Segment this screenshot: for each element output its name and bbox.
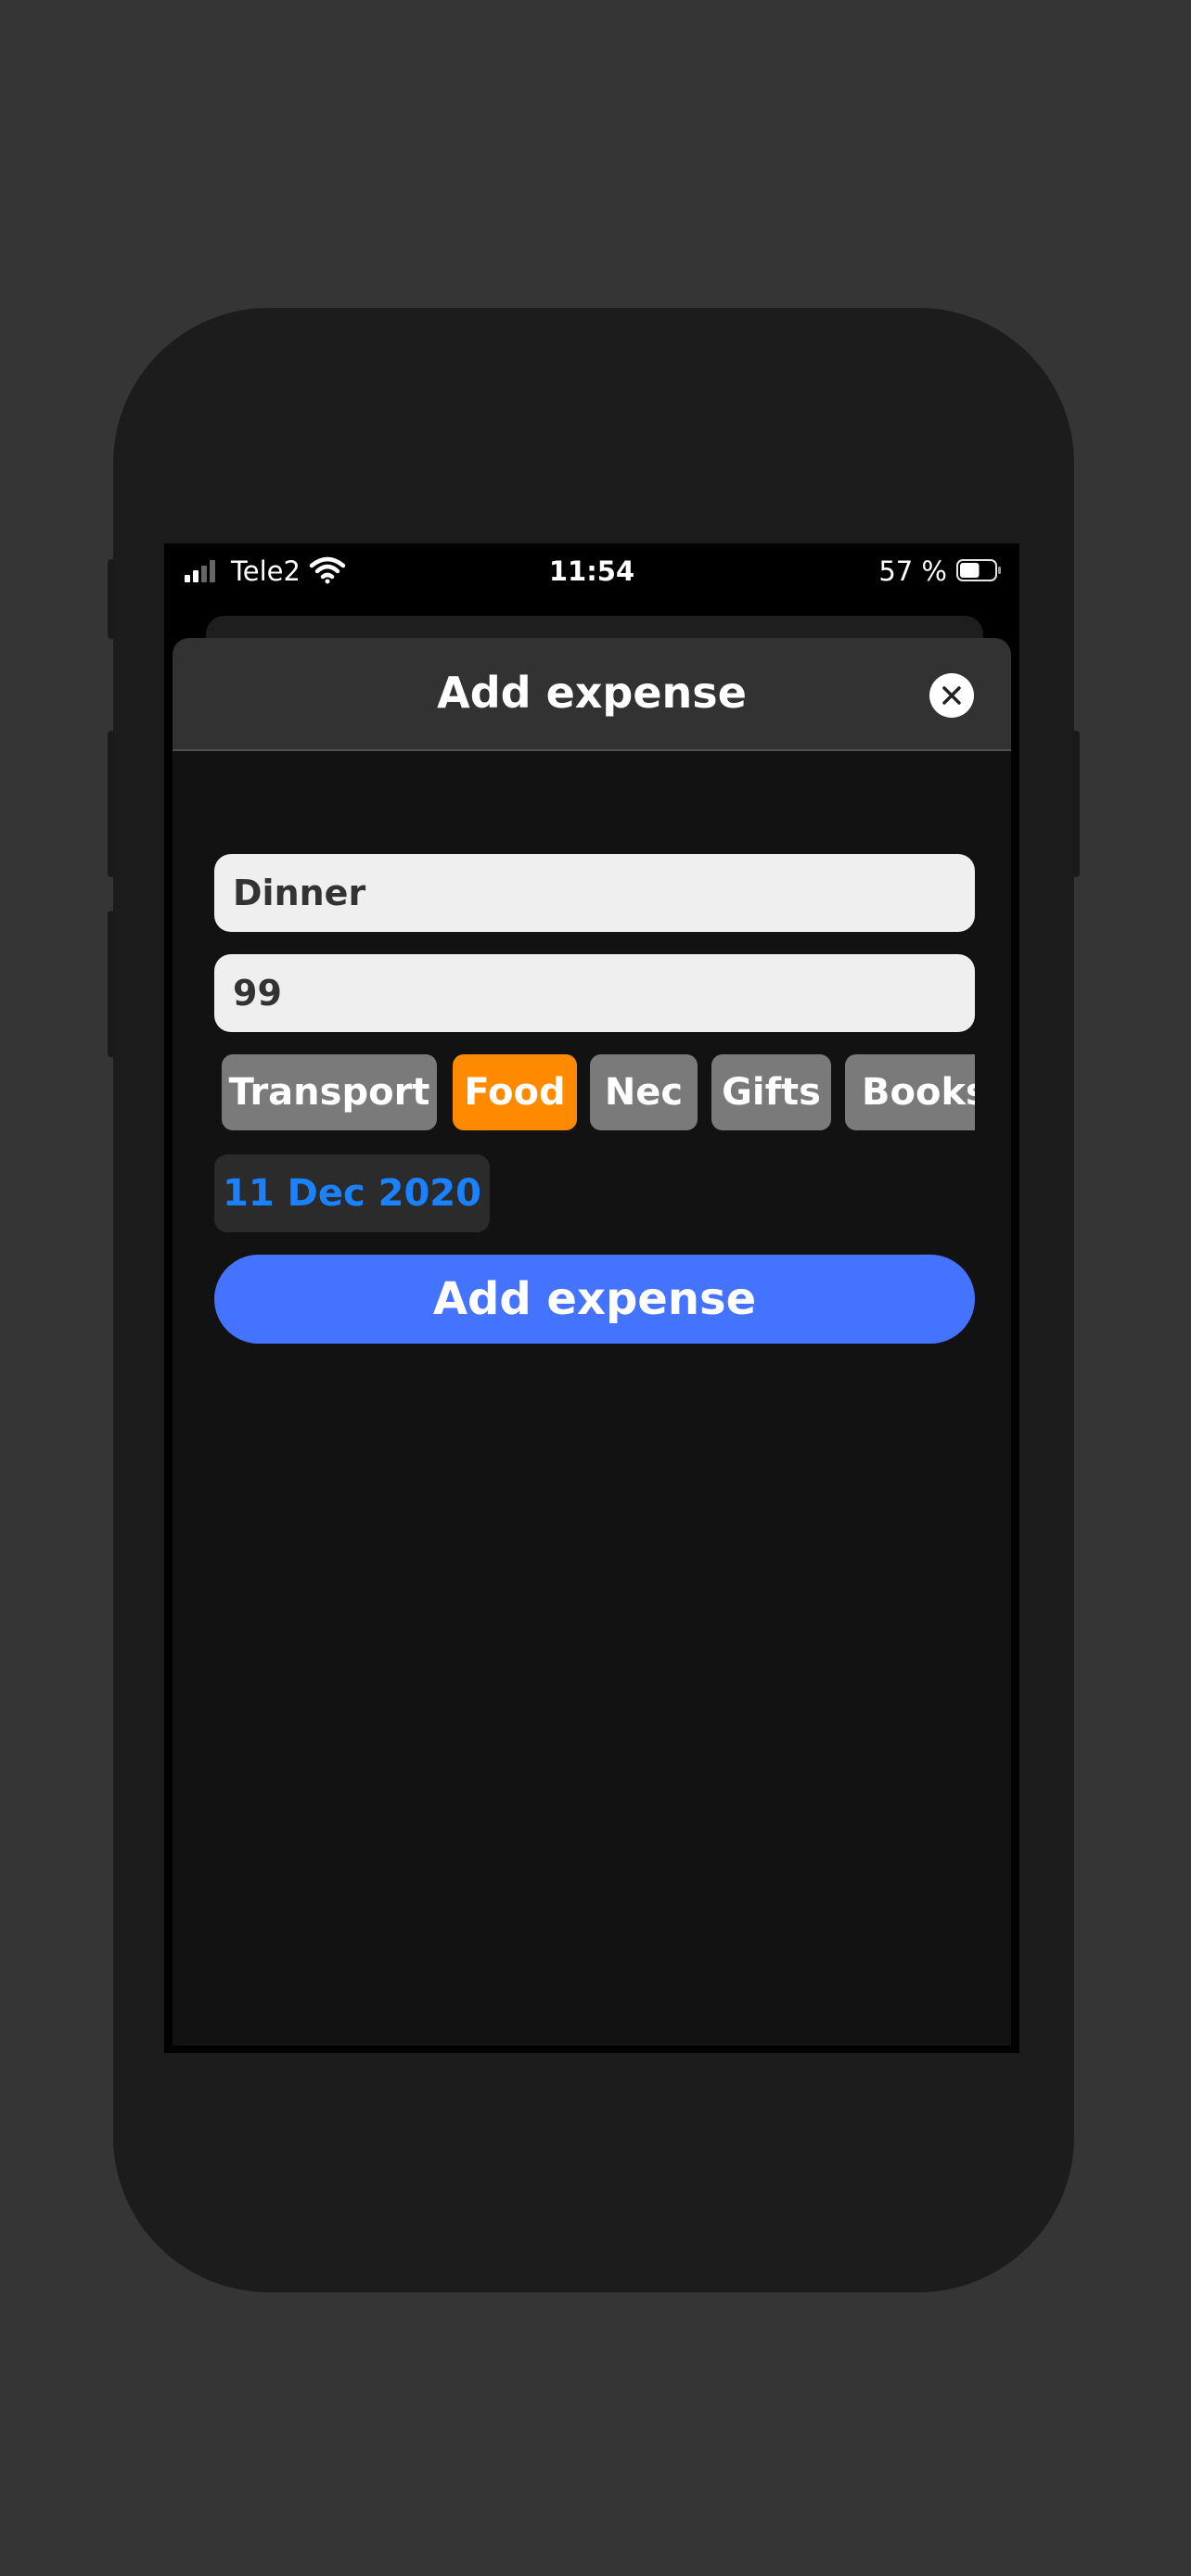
add-expense-button[interactable]: Add expense [214, 1255, 975, 1344]
category-selector: Transport Food Nec Gifts Books [214, 1054, 975, 1132]
close-icon [942, 686, 961, 705]
category-chip-gifts[interactable]: Gifts [711, 1054, 831, 1130]
phone-power-button [1072, 731, 1080, 877]
category-chip-food[interactable]: Food [453, 1054, 577, 1130]
category-chip-nec[interactable]: Nec [590, 1054, 698, 1130]
phone-screen: Tele2 11:54 57 % Add expense T [164, 543, 1019, 2053]
close-button[interactable] [929, 673, 974, 718]
phone-volume-down-button [108, 911, 115, 1057]
sheet-header: Add expense [173, 638, 1011, 751]
battery-percentage: 57 % [878, 555, 947, 587]
phone-volume-up-button [108, 731, 115, 877]
category-chip-books[interactable]: Books [845, 1054, 975, 1130]
date-picker-button[interactable]: 11 Dec 2020 [214, 1154, 490, 1232]
phone-mute-switch [108, 559, 115, 639]
battery-level-fill [960, 563, 980, 578]
category-chip-transport[interactable]: Transport [222, 1054, 437, 1130]
expense-amount-input[interactable] [214, 954, 975, 1032]
sheet-title: Add expense [437, 668, 747, 718]
expense-name-input[interactable] [214, 854, 975, 932]
status-bar: Tele2 11:54 57 % [164, 543, 1019, 599]
battery-icon [956, 559, 1001, 581]
add-expense-sheet: Add expense Transport Food Nec Gifts Boo… [173, 638, 1011, 2046]
